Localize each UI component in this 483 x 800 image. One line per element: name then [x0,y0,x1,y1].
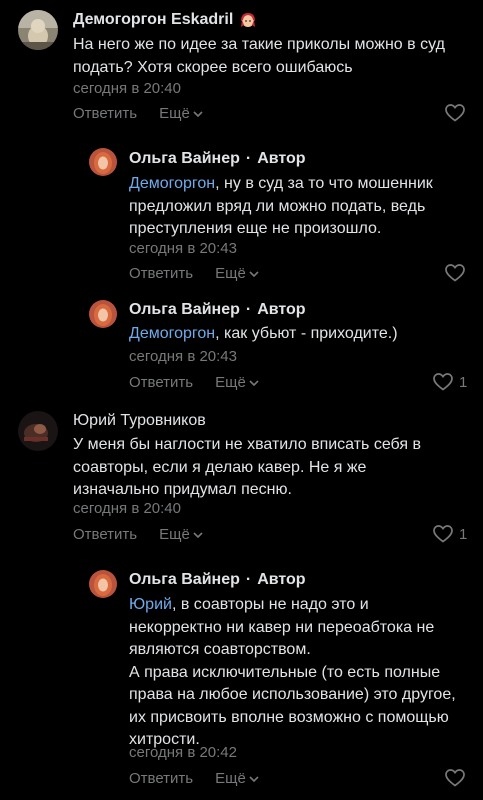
author-name-row: Ольга Вайнер · Автор [129,301,306,319]
chevron-down-icon [193,110,203,117]
reply-button[interactable]: Ответить [129,265,193,282]
comment-time[interactable]: сегодня в 20:42 [129,744,237,761]
comment-time[interactable]: сегодня в 20:43 [129,240,237,257]
like-count: 1 [459,525,468,543]
comment-body: , в соавторы не надо это и некорректно н… [129,596,435,658]
author-badge: Автор [257,301,306,318]
author-name[interactable]: Демогоргон Eskadril [73,11,233,29]
author-name-row: Ольга Вайнер · Автор [129,150,306,168]
more-label: Ещё [215,770,246,787]
like-button[interactable] [445,104,471,122]
chevron-down-icon [249,270,259,277]
comment-actions: Ответить Ещё [129,265,259,282]
separator: · [245,150,252,167]
chevron-down-icon [249,775,259,782]
comment-text: На него же по идее за такие приколы можн… [73,36,445,76]
comment-actions: Ответить Ещё [129,374,259,391]
separator: · [245,301,252,318]
like-count: 1 [459,373,468,391]
author-name-row: Демогоргон Eskadril [73,11,257,29]
more-label: Ещё [159,526,190,543]
heart-icon [445,264,465,282]
reply-button[interactable]: Ответить [129,374,193,391]
reply-button[interactable]: Ответить [73,526,137,543]
author-name[interactable]: Ольга Вайнер [129,571,240,589]
mention-link[interactable]: Демогоргон [129,175,215,192]
comment-actions: Ответить Ещё [73,105,203,122]
comment-time[interactable]: сегодня в 20:40 [73,500,181,517]
heart-icon [433,373,453,391]
comment-time[interactable]: сегодня в 20:40 [73,80,181,97]
author-name[interactable]: Юрий Туровников [73,412,206,430]
author-badge: Автор [257,571,306,588]
like-button[interactable] [445,264,471,282]
more-button[interactable]: Ещё [215,770,259,787]
more-button[interactable]: Ещё [159,105,203,122]
like-button[interactable] [445,769,471,787]
girl-emoji-icon [239,11,257,29]
mention-link[interactable]: Демогоргон [129,325,215,342]
more-label: Ещё [159,105,190,122]
chevron-down-icon [249,379,259,386]
avatar[interactable] [18,10,58,50]
separator: · [245,571,252,588]
heart-icon [433,525,453,543]
heart-icon [445,769,465,787]
author-name-row: Ольга Вайнер · Автор [129,571,306,589]
author-badge: Автор [257,150,306,167]
avatar[interactable] [89,300,117,328]
like-button[interactable]: 1 [433,525,467,543]
avatar[interactable] [89,570,117,598]
comment-time[interactable]: сегодня в 20:43 [129,348,237,365]
comment-text: У меня бы наглости не хватило вписать се… [73,436,421,498]
avatar[interactable] [89,148,117,176]
like-button[interactable]: 1 [433,373,467,391]
comment-text: Юрий, в соавторы не надо это и некоррект… [129,594,464,752]
more-label: Ещё [215,265,246,282]
more-button[interactable]: Ещё [159,526,203,543]
comment-text: Демогоргон, ну в суд за то что мошенник … [129,173,459,241]
comment-actions: Ответить Ещё [129,770,259,787]
comment-actions: Ответить Ещё [73,526,203,543]
more-label: Ещё [215,374,246,391]
more-button[interactable]: Ещё [215,265,259,282]
author-name[interactable]: Ольга Вайнер [129,301,240,319]
comment-body: , как убьют - приходите.) [215,325,398,342]
comment-text: Демогоргон, как убьют - приходите.) [129,323,459,346]
mention-link[interactable]: Юрий [129,596,172,613]
comment-body-paragraph-2: А права исключительные (то есть полные п… [129,663,456,749]
chevron-down-icon [193,531,203,538]
author-name-row: Юрий Туровников [73,412,206,430]
heart-icon [445,104,465,122]
reply-button[interactable]: Ответить [73,105,137,122]
more-button[interactable]: Ещё [215,374,259,391]
reply-button[interactable]: Ответить [129,770,193,787]
avatar[interactable] [18,411,58,451]
author-name[interactable]: Ольга Вайнер [129,150,240,168]
